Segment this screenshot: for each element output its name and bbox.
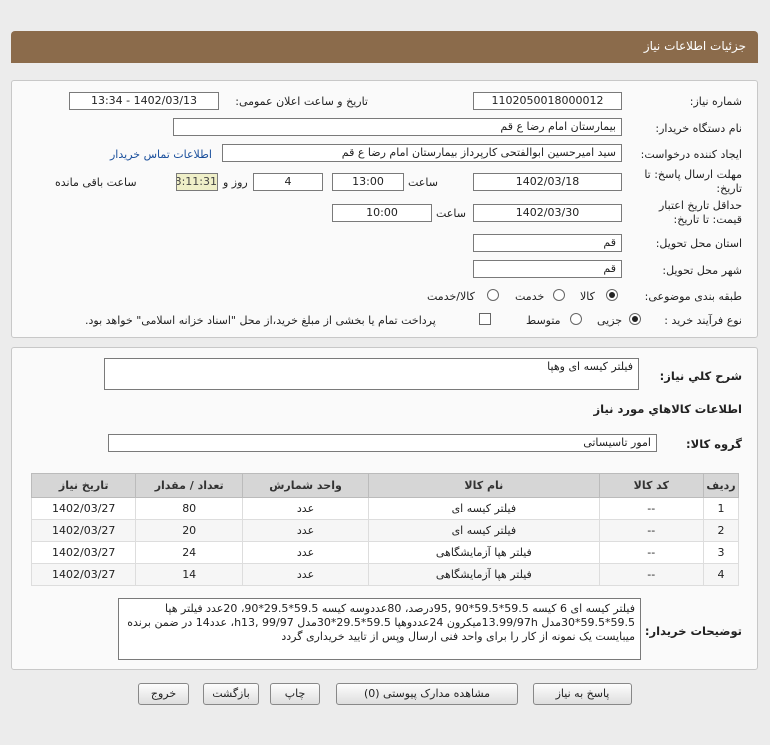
category-radio-both[interactable] [487, 289, 499, 301]
announce-label: تاریخ و ساعت اعلان عمومی: [235, 95, 368, 108]
cell-name: فیلتر کیسه ای [368, 497, 600, 520]
days-label: روز و [223, 176, 248, 189]
cell-unit: عدد [241, 519, 370, 542]
cell-row: 4 [702, 563, 740, 586]
category-option-both: کالا/خدمت [427, 290, 475, 303]
need-number-field: 1102050018000012 [473, 92, 622, 110]
need-number-label: شماره نیاز: [689, 95, 742, 108]
col-need-date: تاریخ نیاز [30, 473, 137, 498]
col-row: ردیف [702, 473, 740, 498]
cell-name: فیلتر کیسه ای [368, 519, 600, 542]
page-header: جزئیات اطلاعات نیاز [11, 31, 758, 63]
delivery-province-field: قم [473, 234, 622, 252]
contact-info-link[interactable]: اطلاعات تماس خریدار [110, 148, 212, 161]
deadline-time-field: 13:00 [332, 173, 404, 191]
cell-code: -- [598, 497, 704, 520]
cell-unit: عدد [241, 563, 370, 586]
reply-button[interactable]: پاسخ به نیاز [533, 683, 632, 705]
col-code: کد کالا [598, 473, 704, 498]
buyer-notes-field: فیلتر کیسه ای 6 کیسه 59.5*59.5*90 ,95درص… [118, 598, 641, 660]
buyer-notes-label: توضیحات خریدار: [644, 624, 742, 638]
cell-row: 2 [702, 519, 740, 542]
category-radio-service[interactable] [553, 289, 565, 301]
cell-need-date: 1402/03/27 [30, 541, 137, 564]
col-name: نام کالا [368, 473, 600, 498]
cell-need-date: 1402/03/27 [30, 497, 137, 520]
col-unit: واحد شمارش [241, 473, 370, 498]
cell-quantity: 14 [135, 563, 243, 586]
table-row: 1 -- فیلتر کیسه ای عدد 80 1402/03/27 [30, 497, 740, 520]
cell-unit: عدد [241, 541, 370, 564]
print-button[interactable]: چاپ [270, 683, 320, 705]
page-title: جزئیات اطلاعات نیاز [643, 39, 746, 53]
attachments-button[interactable]: مشاهده مدارک پیوستی (0) [336, 683, 518, 705]
exit-button[interactable]: خروج [138, 683, 189, 705]
validity-time-field: 10:00 [332, 204, 432, 222]
cell-name: فیلتر هپا آزمایشگاهی [368, 541, 600, 564]
remaining-time-label: ساعت باقی مانده [55, 176, 137, 189]
general-desc-label: شرح کلي نیاز: [659, 369, 742, 383]
category-option-goods: کالا [580, 290, 595, 303]
delivery-province-label: استان محل تحویل: [655, 237, 742, 250]
back-button[interactable]: بازگشت [203, 683, 259, 705]
cell-need-date: 1402/03/27 [30, 519, 137, 542]
creator-field: سید امیرحسین ابوالفتحی کارپرداز بیمارستا… [222, 144, 622, 162]
category-label: طبقه بندی موضوعی: [644, 290, 742, 303]
process-option-minor: جزیی [597, 314, 623, 327]
deadline-label: مهلت ارسال پاسخ: تا تاریخ: [644, 168, 742, 195]
process-option-medium: متوسط [526, 314, 561, 327]
goods-group-label: گروه کالا: [686, 437, 742, 451]
buyer-org-label: نام دستگاه خریدار: [655, 122, 742, 135]
validity-label: حداقل تاریخ اعتبار قیمت: تا تاریخ: [658, 199, 742, 226]
category-option-service: خدمت [515, 290, 545, 303]
cell-quantity: 24 [135, 541, 243, 564]
validity-date-field: 1402/03/30 [473, 204, 622, 222]
cell-row: 1 [702, 497, 740, 520]
days-field: 4 [253, 173, 323, 191]
goods-group-field: امور تاسیساتی [108, 434, 657, 452]
remaining-time-field: 23:11:31 [176, 173, 218, 191]
goods-table: ردیف کد کالا نام کالا واحد شمارش تعداد /… [30, 473, 740, 586]
deadline-date-field: 1402/03/18 [473, 173, 622, 191]
cell-code: -- [598, 519, 704, 542]
cell-quantity: 80 [135, 497, 243, 520]
treasury-payment-checkbox[interactable] [479, 313, 491, 325]
cell-need-date: 1402/03/27 [30, 563, 137, 586]
buyer-org-field: بیمارستان امام رضا ع قم [173, 118, 622, 136]
process-label: نوع فرآیند خرید : [664, 314, 742, 327]
cell-row: 3 [702, 541, 740, 564]
process-radio-minor[interactable] [629, 313, 641, 325]
goods-table-header: ردیف کد کالا نام کالا واحد شمارش تعداد /… [30, 473, 740, 498]
col-quantity: تعداد / مقدار [135, 473, 243, 498]
goods-info-title: اطلاعات کالاهاي مورد نیاز [593, 402, 742, 416]
delivery-city-field: قم [473, 260, 622, 278]
category-radio-goods[interactable] [606, 289, 618, 301]
treasury-payment-note: پرداخت تمام یا بخشی از مبلغ خرید،از محل … [85, 314, 436, 327]
validity-time-label: ساعت [436, 207, 466, 220]
table-row: 3 -- فیلتر هپا آزمایشگاهی عدد 24 1402/03… [30, 541, 740, 564]
cell-unit: عدد [241, 497, 370, 520]
table-row: 2 -- فیلتر کیسه ای عدد 20 1402/03/27 [30, 519, 740, 542]
process-radio-medium[interactable] [570, 313, 582, 325]
creator-label: ایجاد کننده درخواست: [640, 148, 742, 161]
delivery-city-label: شهر محل تحویل: [662, 264, 742, 277]
table-row: 4 -- فیلتر هپا آزمایشگاهی عدد 14 1402/03… [30, 563, 740, 586]
cell-name: فیلتر هپا آزمایشگاهی [368, 563, 600, 586]
general-desc-field: فیلتر کیسه ای وهپا [104, 358, 639, 390]
cell-quantity: 20 [135, 519, 243, 542]
cell-code: -- [598, 563, 704, 586]
deadline-time-label: ساعت [408, 176, 438, 189]
announce-field: 1402/03/13 - 13:34 [69, 92, 219, 110]
cell-code: -- [598, 541, 704, 564]
